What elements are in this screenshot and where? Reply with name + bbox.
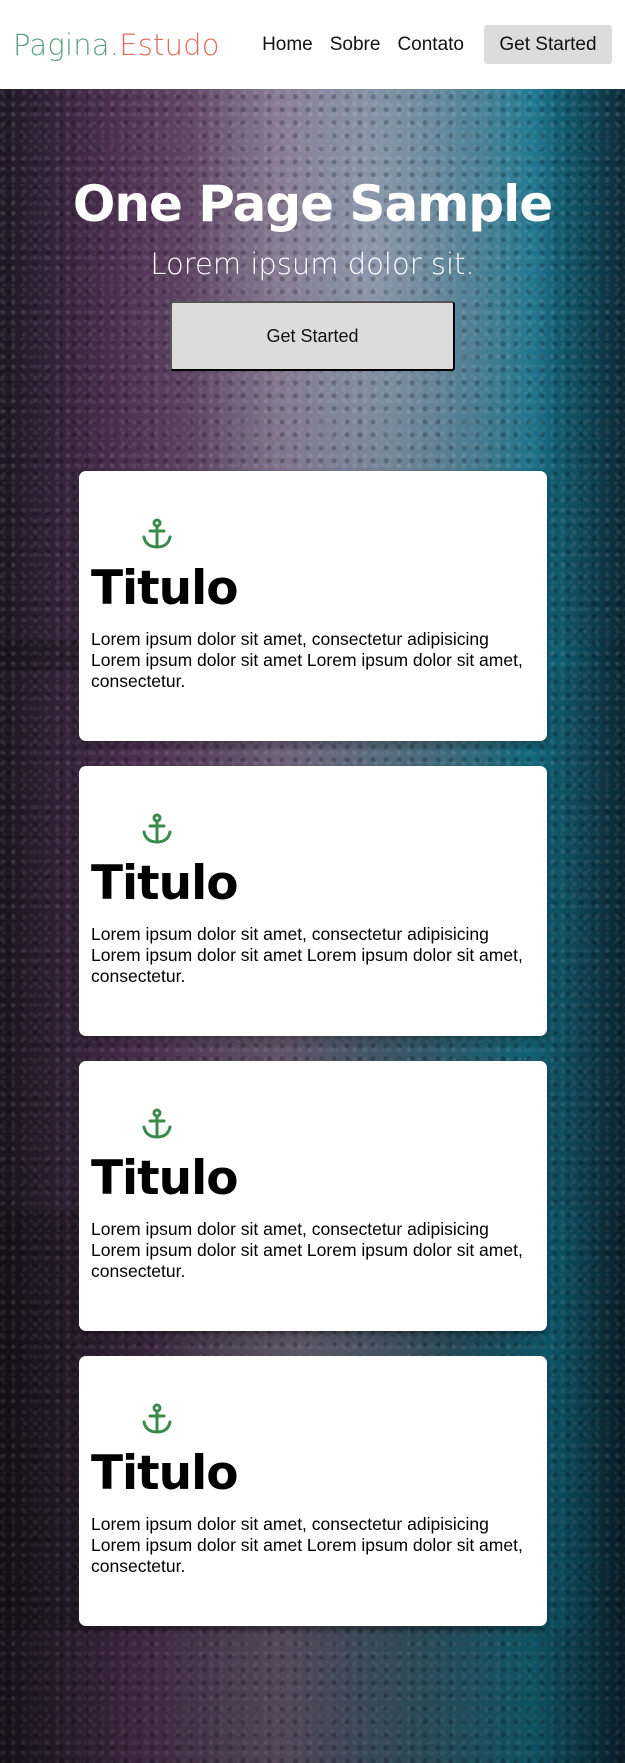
main-nav: Home Sobre Contato Get Started xyxy=(262,25,612,64)
anchor-icon xyxy=(142,1108,172,1139)
card-text: Lorem ipsum dolor sit amet, consectetur … xyxy=(91,924,523,986)
nav-link-sobre[interactable]: Sobre xyxy=(330,34,381,56)
card-text: Lorem ipsum dolor sit amet, consectetur … xyxy=(91,629,523,691)
logo-part-2: Estudo xyxy=(119,27,220,62)
card-text: Lorem ipsum dolor sit amet, consectetur … xyxy=(91,1514,523,1576)
feature-card-2: Titulo Lorem ipsum dolor sit amet, conse… xyxy=(79,766,547,1036)
nav-link-contato[interactable]: Contato xyxy=(397,34,464,56)
hero-get-started-button[interactable]: Get Started xyxy=(170,301,455,371)
hero-title: One Page Sample xyxy=(72,175,553,233)
hero-section: One Page Sample Lorem ipsum dolor sit. G… xyxy=(0,89,625,371)
anchor-icon xyxy=(142,1403,172,1434)
card-title: Titulo xyxy=(91,856,238,911)
anchor-icon xyxy=(142,518,172,549)
nav-link-home[interactable]: Home xyxy=(262,34,313,56)
feature-card-3: Titulo Lorem ipsum dolor sit amet, conse… xyxy=(79,1061,547,1331)
feature-card-4: Titulo Lorem ipsum dolor sit amet, conse… xyxy=(79,1356,547,1626)
nav-get-started-button[interactable]: Get Started xyxy=(484,25,612,64)
navbar: Pagina.Estudo Home Sobre Contato Get Sta… xyxy=(0,0,625,89)
card-title: Titulo xyxy=(91,561,238,616)
feature-card-1: Titulo Lorem ipsum dolor sit amet, conse… xyxy=(79,471,547,741)
card-title: Titulo xyxy=(91,1151,238,1206)
hero-subtitle: Lorem ipsum dolor sit. xyxy=(150,247,475,281)
card-text: Lorem ipsum dolor sit amet, consectetur … xyxy=(91,1219,523,1281)
logo-part-1: Pagina. xyxy=(13,27,120,62)
card-title: Titulo xyxy=(91,1446,238,1501)
anchor-icon xyxy=(142,813,172,844)
site-logo[interactable]: Pagina.Estudo xyxy=(13,28,220,62)
